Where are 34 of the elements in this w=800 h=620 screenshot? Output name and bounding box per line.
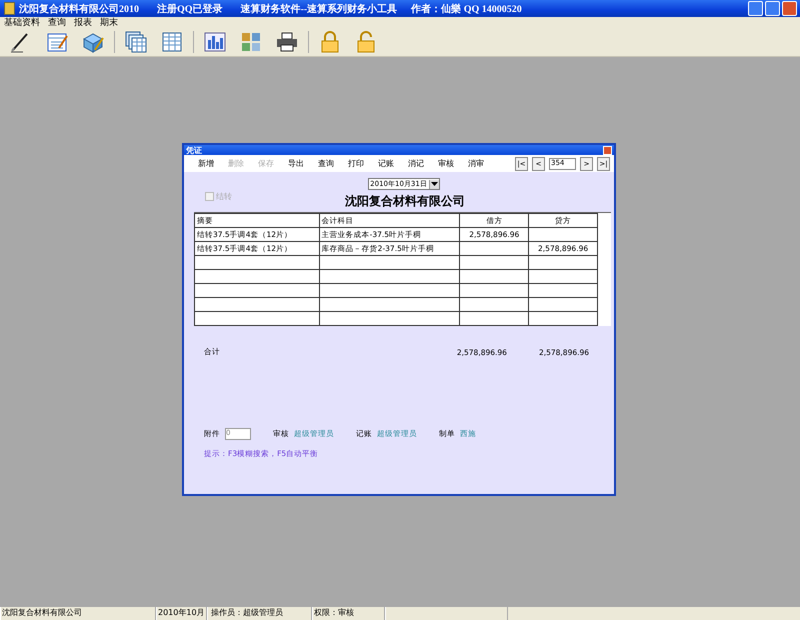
dialog-title: 凭证 — [186, 144, 202, 156]
picture-grid-icon[interactable] — [239, 30, 263, 54]
table-icon[interactable] — [160, 30, 184, 54]
minimize-button[interactable] — [748, 1, 763, 16]
status-field: 2010年10月 — [156, 607, 207, 620]
bar-chart-icon[interactable] — [203, 30, 227, 54]
toolbar-button[interactable]: 消记 — [408, 158, 438, 169]
menu-item[interactable]: 查询 — [48, 16, 66, 29]
status-field: 权限：审核 — [312, 607, 385, 620]
restore-button[interactable] — [765, 1, 780, 16]
toolbar-button[interactable]: 审核 — [438, 158, 468, 169]
menu-item[interactable]: 期末 — [100, 16, 118, 29]
author-info: 作者：仙樂 QQ 14000520 — [411, 2, 522, 16]
toolbar-button[interactable]: 新增 — [198, 158, 228, 169]
dropdown-arrow-icon — [430, 182, 438, 186]
status-field: 沈阳复合材料有限公司 — [0, 607, 156, 620]
menu-item[interactable]: 报表 — [74, 16, 92, 29]
close-button[interactable] — [603, 146, 612, 154]
printer-icon[interactable] — [275, 30, 299, 54]
toolbar-button[interactable]: 导出 — [288, 158, 318, 169]
close-button[interactable] — [782, 1, 797, 16]
toolbar-button[interactable]: 查询 — [318, 158, 348, 169]
status-field: 操作员：超级管理员 — [207, 607, 312, 620]
product-name: 速算财务软件--速算系列财务小工具 — [240, 2, 398, 16]
checkbox-label: 结转 — [216, 190, 232, 202]
stacked-tables-icon[interactable] — [124, 30, 148, 54]
toolbar-button[interactable]: 打印 — [348, 158, 378, 169]
app-icon — [4, 2, 15, 15]
toolbar-button[interactable]: 消审 — [468, 158, 498, 169]
menu-item[interactable]: 基础资料 — [4, 16, 40, 29]
company-title: 沈阳复合材料有限公司 — [345, 192, 465, 210]
toolbar-button[interactable]: 记账 — [378, 158, 408, 169]
login-status: 注册QQ已登录 — [157, 2, 223, 16]
window-title: 沈阳复合材料有限公司2010 — [19, 2, 139, 16]
